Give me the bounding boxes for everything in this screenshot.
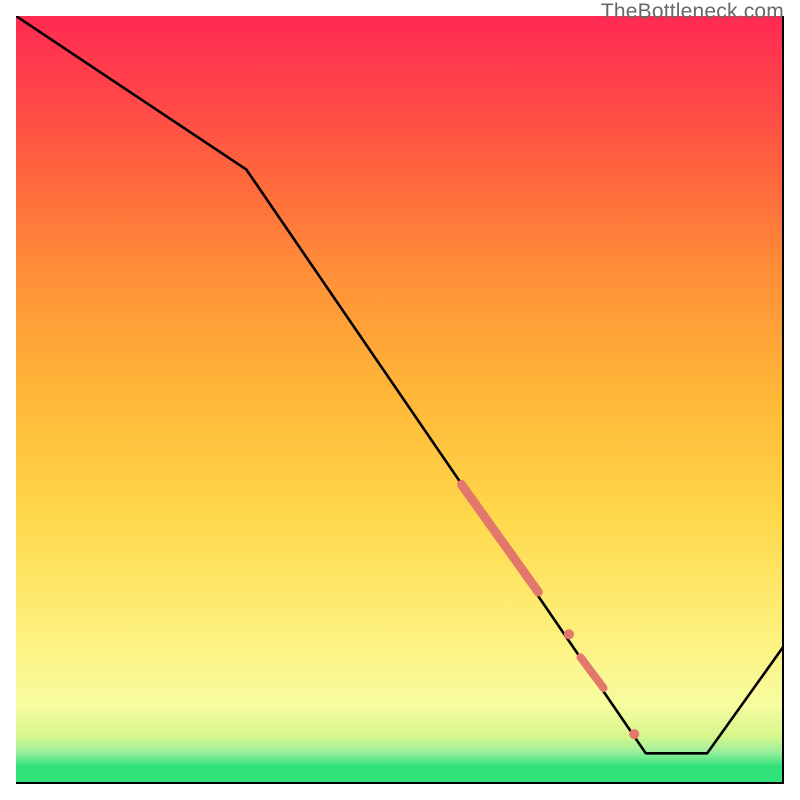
watermark-text: TheBottleneck.com [601, 0, 784, 24]
plot-background [16, 16, 784, 784]
chart-container: TheBottleneck.com [0, 0, 800, 800]
